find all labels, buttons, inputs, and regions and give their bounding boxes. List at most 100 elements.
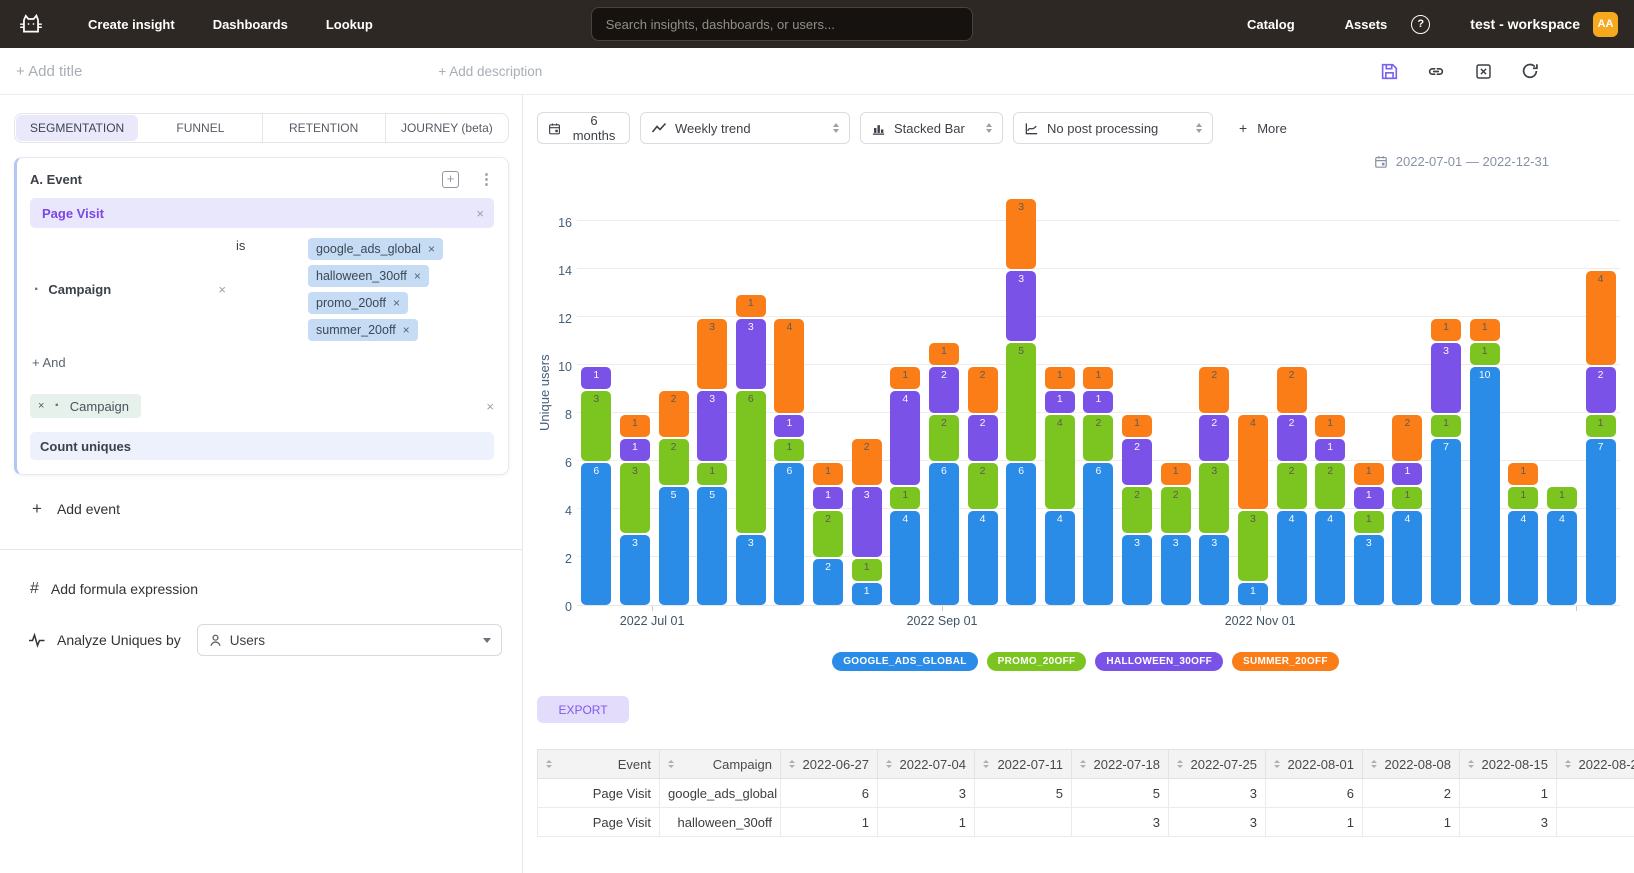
bar-segment-halloween-30off[interactable]: 3 — [697, 391, 727, 461]
legend-pill-google-ads-global[interactable]: GOOGLE_ADS_GLOBAL — [832, 652, 977, 671]
sort-icon[interactable] — [1177, 760, 1183, 768]
bar-segment-halloween-30off[interactable]: 1 — [1354, 487, 1384, 509]
bar-segment-halloween-30off[interactable]: 1 — [1315, 439, 1345, 461]
bar-segment-halloween-30off[interactable]: 1 — [813, 487, 843, 509]
bar-segment-google-ads-global[interactable]: 4 — [1392, 511, 1422, 605]
search-input[interactable]: Search insights, dashboards, or users... — [591, 7, 973, 41]
bar-segment-promo-20off[interactable]: 2 — [1277, 463, 1307, 509]
filter-operator[interactable]: is — [236, 238, 308, 341]
remove-value-icon[interactable] — [403, 324, 410, 336]
bar-segment-google-ads-global[interactable]: 4 — [1547, 511, 1577, 605]
legend-pill-halloween-30off[interactable]: HALLOWEEN_30OFF — [1095, 652, 1223, 671]
bar-segment-halloween-30off[interactable]: 2 — [929, 367, 959, 413]
bar-segment-google-ads-global[interactable]: 3 — [1122, 535, 1152, 605]
bar-segment-summer-20off[interactable]: 4 — [1238, 415, 1268, 509]
legend-pill-summer-20off[interactable]: SUMMER_20OFF — [1232, 652, 1339, 671]
workspace-name[interactable]: test - workspace — [1470, 16, 1580, 32]
bar-segment-halloween-30off[interactable]: 3 — [852, 487, 882, 557]
bar-segment-summer-20off[interactable]: 1 — [1161, 463, 1191, 485]
bar-segment-google-ads-global[interactable]: 2 — [813, 559, 843, 605]
bar-segment-google-ads-global[interactable]: 4 — [1277, 511, 1307, 605]
column-header-inner[interactable]: Campaign — [660, 757, 780, 772]
bar-segment-summer-20off[interactable]: 4 — [1586, 271, 1616, 365]
legend-pill-promo-20off[interactable]: PROMO_20OFF — [987, 652, 1087, 671]
bar-segment-google-ads-global[interactable]: 4 — [1315, 511, 1345, 605]
bar-segment-halloween-30off[interactable]: 1 — [581, 367, 611, 389]
bar-segment-promo-20off[interactable]: 1 — [1354, 511, 1384, 533]
bar-segment-summer-20off[interactable]: 2 — [659, 391, 689, 437]
column-header-inner[interactable]: 2022-08-01 — [1266, 757, 1362, 772]
bar-segment-summer-20off[interactable]: 1 — [1354, 463, 1384, 485]
bar-segment-summer-20off[interactable]: 2 — [968, 367, 998, 413]
tab-funnel[interactable]: FUNNEL — [139, 114, 261, 142]
bar-segment-google-ads-global[interactable]: 4 — [1508, 511, 1538, 605]
nav-item-lookup[interactable]: Lookup — [326, 17, 373, 32]
column-header-2022-07-11[interactable]: 2022-07-11 — [975, 750, 1072, 779]
bar-segment-promo-20off[interactable]: 3 — [1238, 511, 1268, 581]
bar-segment-promo-20off[interactable]: 1 — [774, 439, 804, 461]
bar-segment-halloween-30off[interactable]: 3 — [736, 319, 766, 389]
bar-segment-google-ads-global[interactable]: 4 — [1045, 511, 1075, 605]
filter-value-chip[interactable]: promo_20off — [308, 292, 408, 314]
copy-link-icon[interactable] — [1426, 61, 1446, 81]
column-header-event[interactable]: Event — [538, 750, 660, 779]
add-and-condition[interactable]: + And — [32, 355, 494, 370]
bar-segment-summer-20off[interactable]: 1 — [890, 367, 920, 389]
column-header-inner[interactable]: 2022-07-11 — [975, 757, 1071, 772]
bar-segment-summer-20off[interactable]: 1 — [1315, 415, 1345, 437]
add-filter-icon[interactable] — [442, 171, 459, 188]
bar-segment-google-ads-global[interactable]: 4 — [890, 511, 920, 605]
more-options-icon[interactable] — [479, 170, 494, 188]
bar-segment-summer-20off[interactable]: 1 — [813, 463, 843, 485]
more-button[interactable]: More — [1239, 120, 1287, 136]
column-header-inner[interactable]: 2022-07-25 — [1169, 757, 1265, 772]
cat-logo-icon[interactable] — [16, 9, 46, 39]
bar-segment-summer-20off[interactable]: 1 — [929, 343, 959, 365]
column-header-2022-06-27[interactable]: 2022-06-27 — [781, 750, 878, 779]
bar-segment-halloween-30off[interactable]: 3 — [1006, 271, 1036, 341]
bar-segment-google-ads-global[interactable]: 5 — [697, 487, 727, 605]
column-header-2022-08-15[interactable]: 2022-08-15 — [1460, 750, 1557, 779]
bar-segment-google-ads-global[interactable]: 6 — [929, 463, 959, 605]
add-formula-button[interactable]: Add formula expression — [30, 580, 509, 598]
bar-segment-google-ads-global[interactable]: 4 — [968, 511, 998, 605]
sort-icon[interactable] — [983, 760, 989, 768]
bar-segment-summer-20off[interactable]: 3 — [1006, 199, 1036, 269]
bar-segment-promo-20off[interactable]: 2 — [929, 415, 959, 461]
bar-segment-promo-20off[interactable]: 1 — [1431, 415, 1461, 437]
bar-segment-google-ads-global[interactable]: 3 — [1161, 535, 1191, 605]
bar-segment-promo-20off[interactable]: 2 — [1122, 487, 1152, 533]
column-header-inner[interactable]: 2022-07-04 — [878, 757, 974, 772]
remove-breakdown-row-icon[interactable] — [486, 400, 494, 413]
bar-segment-halloween-30off[interactable]: 1 — [774, 415, 804, 437]
bar-segment-google-ads-global[interactable]: 6 — [1006, 463, 1036, 605]
bar-segment-halloween-30off[interactable]: 1 — [1083, 391, 1113, 413]
bar-segment-promo-20off[interactable]: 2 — [1161, 487, 1191, 533]
bar-segment-halloween-30off[interactable]: 2 — [1199, 415, 1229, 461]
bar-segment-summer-20off[interactable]: 1 — [1508, 463, 1538, 485]
sort-icon[interactable] — [1274, 760, 1280, 768]
column-header-inner[interactable]: 2022-08-15 — [1460, 757, 1556, 772]
remove-breakdown-icon[interactable] — [38, 401, 44, 412]
column-header-campaign[interactable]: Campaign — [660, 750, 781, 779]
bar-segment-summer-20off[interactable]: 1 — [1083, 367, 1113, 389]
bar-segment-google-ads-global[interactable]: 6 — [774, 463, 804, 605]
column-header-2022-07-25[interactable]: 2022-07-25 — [1169, 750, 1266, 779]
add-event-button[interactable]: Add event — [32, 499, 509, 519]
bar-segment-summer-20off[interactable]: 1 — [1470, 319, 1500, 341]
avatar[interactable]: AA — [1593, 12, 1618, 37]
nav-item-dashboards[interactable]: Dashboards — [213, 17, 288, 32]
bar-segment-promo-20off[interactable]: 2 — [968, 463, 998, 509]
bar-segment-summer-20off[interactable]: 1 — [1045, 367, 1075, 389]
bar-segment-halloween-30off[interactable]: 1 — [1045, 391, 1075, 413]
aggregation-selector[interactable]: Count uniques — [30, 432, 494, 460]
bar-segment-halloween-30off[interactable]: 2 — [1122, 439, 1152, 485]
bar-segment-google-ads-global[interactable]: 3 — [1199, 535, 1229, 605]
event-name[interactable]: Page Visit — [42, 206, 104, 221]
filter-property-name[interactable]: Campaign — [48, 282, 111, 297]
bar-segment-halloween-30off[interactable]: 3 — [1431, 343, 1461, 413]
bar-segment-google-ads-global[interactable]: 3 — [1354, 535, 1384, 605]
bar-segment-google-ads-global[interactable]: 5 — [659, 487, 689, 605]
tab-segmentation[interactable]: SEGMENTATION — [16, 115, 138, 141]
bar-segment-google-ads-global[interactable]: 3 — [736, 535, 766, 605]
